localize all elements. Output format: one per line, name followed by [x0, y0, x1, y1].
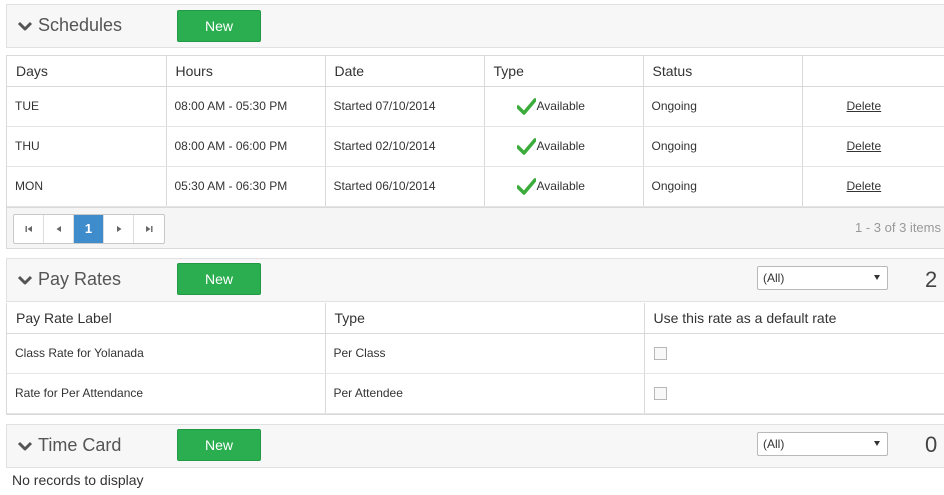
pay-rates-grid: Pay Rate Label Type Use this rate as a d…	[6, 303, 944, 415]
pay-rates-header: Pay Rates New (All) 2	[6, 258, 944, 302]
filter-value: (All)	[763, 271, 785, 285]
table-row: Rate for Per Attendance Per Attendee	[7, 373, 944, 414]
column-header-type[interactable]: Type	[325, 303, 645, 334]
action-cell: Delete	[802, 126, 944, 167]
prev-page-button[interactable]	[44, 214, 74, 243]
column-header-actions	[802, 56, 944, 87]
type-cell: Available	[484, 166, 644, 207]
date-cell: Started 06/10/2014	[325, 166, 485, 207]
days-cell: MON	[7, 166, 167, 207]
time-card-header: Time Card New (All) 0	[6, 424, 944, 468]
days-cell: THU	[7, 126, 167, 167]
days-cell: TUE	[7, 86, 167, 127]
check-icon	[516, 137, 536, 155]
section-title: Schedules	[38, 15, 123, 35]
next-page-button[interactable]	[104, 214, 134, 243]
pay-rate-label-cell: Class Rate for Yolanada	[7, 333, 326, 374]
hours-cell: 05:30 AM - 06:30 PM	[166, 166, 326, 207]
schedules-grid: Days Hours Date Type Status TUE 08:00 AM…	[6, 55, 944, 249]
schedules-header-row: Days Hours Date Type Status	[7, 56, 944, 87]
type-label: Available	[536, 99, 585, 113]
date-cell: Started 07/10/2014	[325, 86, 485, 127]
pager-buttons: 1	[13, 213, 165, 244]
last-page-icon	[146, 225, 153, 232]
type-cell: Available	[484, 86, 644, 127]
type-label: Available	[536, 179, 585, 193]
check-icon	[516, 177, 536, 195]
schedules-header: Schedules New	[6, 4, 944, 48]
new-schedule-button[interactable]: New	[177, 10, 261, 42]
time-card-filter-select[interactable]: (All)	[757, 432, 888, 456]
next-page-icon	[116, 225, 121, 232]
hours-cell: 08:00 AM - 05:30 PM	[166, 86, 326, 127]
chevron-down-icon[interactable]	[17, 273, 33, 287]
status-cell: Ongoing	[643, 86, 803, 127]
column-header-date[interactable]: Date	[325, 56, 485, 87]
chevron-down-icon[interactable]	[17, 19, 33, 33]
action-cell: Delete	[802, 86, 944, 127]
first-page-button[interactable]	[14, 214, 44, 243]
type-label: Available	[536, 139, 585, 153]
default-rate-checkbox[interactable]	[653, 387, 667, 401]
pay-rate-type-cell: Per Class	[325, 333, 645, 374]
pay-rates-filter-select[interactable]: (All)	[757, 266, 888, 290]
date-cell: Started 02/10/2014	[325, 126, 485, 167]
current-page-button[interactable]: 1	[74, 214, 104, 243]
column-header-type[interactable]: Type	[484, 56, 644, 87]
type-cell: Available	[484, 126, 644, 167]
pay-rate-label-cell: Rate for Per Attendance	[7, 373, 326, 414]
prev-page-icon	[56, 225, 61, 232]
pager-info: 1 - 3 of 3 items	[855, 219, 941, 235]
table-row: Class Rate for Yolanada Per Class	[7, 333, 944, 374]
delete-link[interactable]: Delete	[847, 179, 882, 193]
status-cell: Ongoing	[643, 126, 803, 167]
filter-value: (All)	[763, 437, 785, 451]
table-row: THU 08:00 AM - 06:00 PM Started 02/10/20…	[7, 126, 944, 167]
column-header-status[interactable]: Status	[643, 56, 803, 87]
column-header-default-rate[interactable]: Use this rate as a default rate	[644, 303, 944, 334]
default-rate-cell	[644, 373, 944, 414]
hours-cell: 08:00 AM - 06:00 PM	[166, 126, 326, 167]
section-title: Time Card	[38, 435, 122, 455]
column-header-pay-rate-label[interactable]: Pay Rate Label	[7, 303, 326, 334]
chevron-down-icon[interactable]	[17, 439, 33, 453]
time-card-count: 0	[925, 432, 938, 457]
pay-rate-type-cell: Per Attendee	[325, 373, 645, 414]
first-page-icon	[25, 225, 32, 232]
no-records-message: No records to display	[12, 472, 144, 488]
table-row: MON 05:30 AM - 06:30 PM Started 06/10/20…	[7, 166, 944, 207]
dropdown-caret-icon	[874, 441, 880, 446]
last-page-button[interactable]	[134, 215, 164, 243]
column-header-hours[interactable]: Hours	[166, 56, 326, 87]
default-rate-checkbox[interactable]	[653, 347, 667, 361]
delete-link[interactable]: Delete	[847, 139, 882, 153]
default-rate-cell	[644, 333, 944, 374]
column-header-days[interactable]: Days	[7, 56, 167, 87]
pay-rates-header-row: Pay Rate Label Type Use this rate as a d…	[7, 303, 944, 334]
action-cell: Delete	[802, 166, 944, 207]
pager: 1 1 - 3 of 3 items	[7, 206, 944, 248]
check-icon	[516, 97, 536, 115]
new-pay-rate-button[interactable]: New	[177, 263, 261, 295]
new-time-card-button[interactable]: New	[177, 429, 261, 461]
status-cell: Ongoing	[643, 166, 803, 207]
pay-rates-count: 2	[925, 267, 938, 292]
section-title: Pay Rates	[38, 269, 122, 289]
delete-link[interactable]: Delete	[847, 99, 882, 113]
table-row: TUE 08:00 AM - 05:30 PM Started 07/10/20…	[7, 86, 944, 127]
dropdown-caret-icon	[874, 275, 880, 280]
